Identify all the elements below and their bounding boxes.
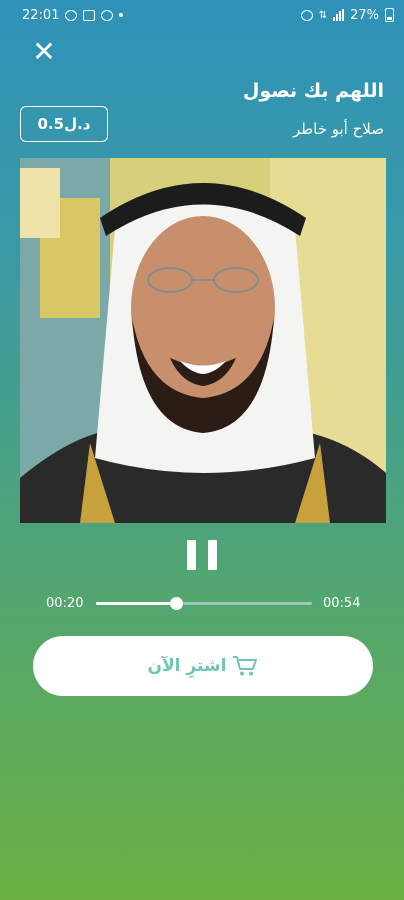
battery-icon: [385, 8, 394, 22]
time-total: 00:54: [323, 596, 361, 611]
pause-bar-right: [208, 540, 217, 570]
status-bar: 22:01 ⇅ 27%: [0, 0, 404, 30]
gallery-icon: [83, 9, 96, 21]
track-title: اللهم بك نصول: [242, 80, 384, 102]
progress-slider[interactable]: [96, 597, 312, 610]
status-time: 22:01: [22, 7, 60, 23]
status-right: ⇅ 27%: [300, 7, 394, 23]
cover-art: [20, 158, 386, 523]
progress-fill: [96, 602, 176, 605]
artist-name: صلاح أبو خاطر: [292, 120, 384, 138]
progress-thumb[interactable]: [169, 597, 183, 610]
dot-icon: [119, 13, 124, 17]
price-badge[interactable]: 0.5د.ل: [20, 106, 108, 142]
signal-icon: [333, 9, 345, 21]
close-icon[interactable]: ✕: [30, 38, 58, 66]
alarm-icon: [300, 9, 313, 21]
time-elapsed: 00:20: [46, 596, 84, 611]
battery-percent: 27%: [350, 7, 379, 23]
pause-bar-left: [187, 540, 196, 570]
whatsapp-icon: [65, 9, 78, 21]
cart-icon: [233, 656, 258, 676]
status-left: 22:01: [22, 7, 124, 23]
cover-illustration: [20, 158, 386, 523]
data-icon: ⇅: [318, 9, 328, 21]
minus-circle-icon: [101, 9, 114, 21]
pause-icon[interactable]: [187, 540, 217, 570]
price-label: 0.5د.ل: [37, 115, 91, 133]
buy-now-button[interactable]: اشترِ الآن: [33, 636, 373, 696]
buy-now-label: اشترِ الآن: [147, 656, 227, 676]
